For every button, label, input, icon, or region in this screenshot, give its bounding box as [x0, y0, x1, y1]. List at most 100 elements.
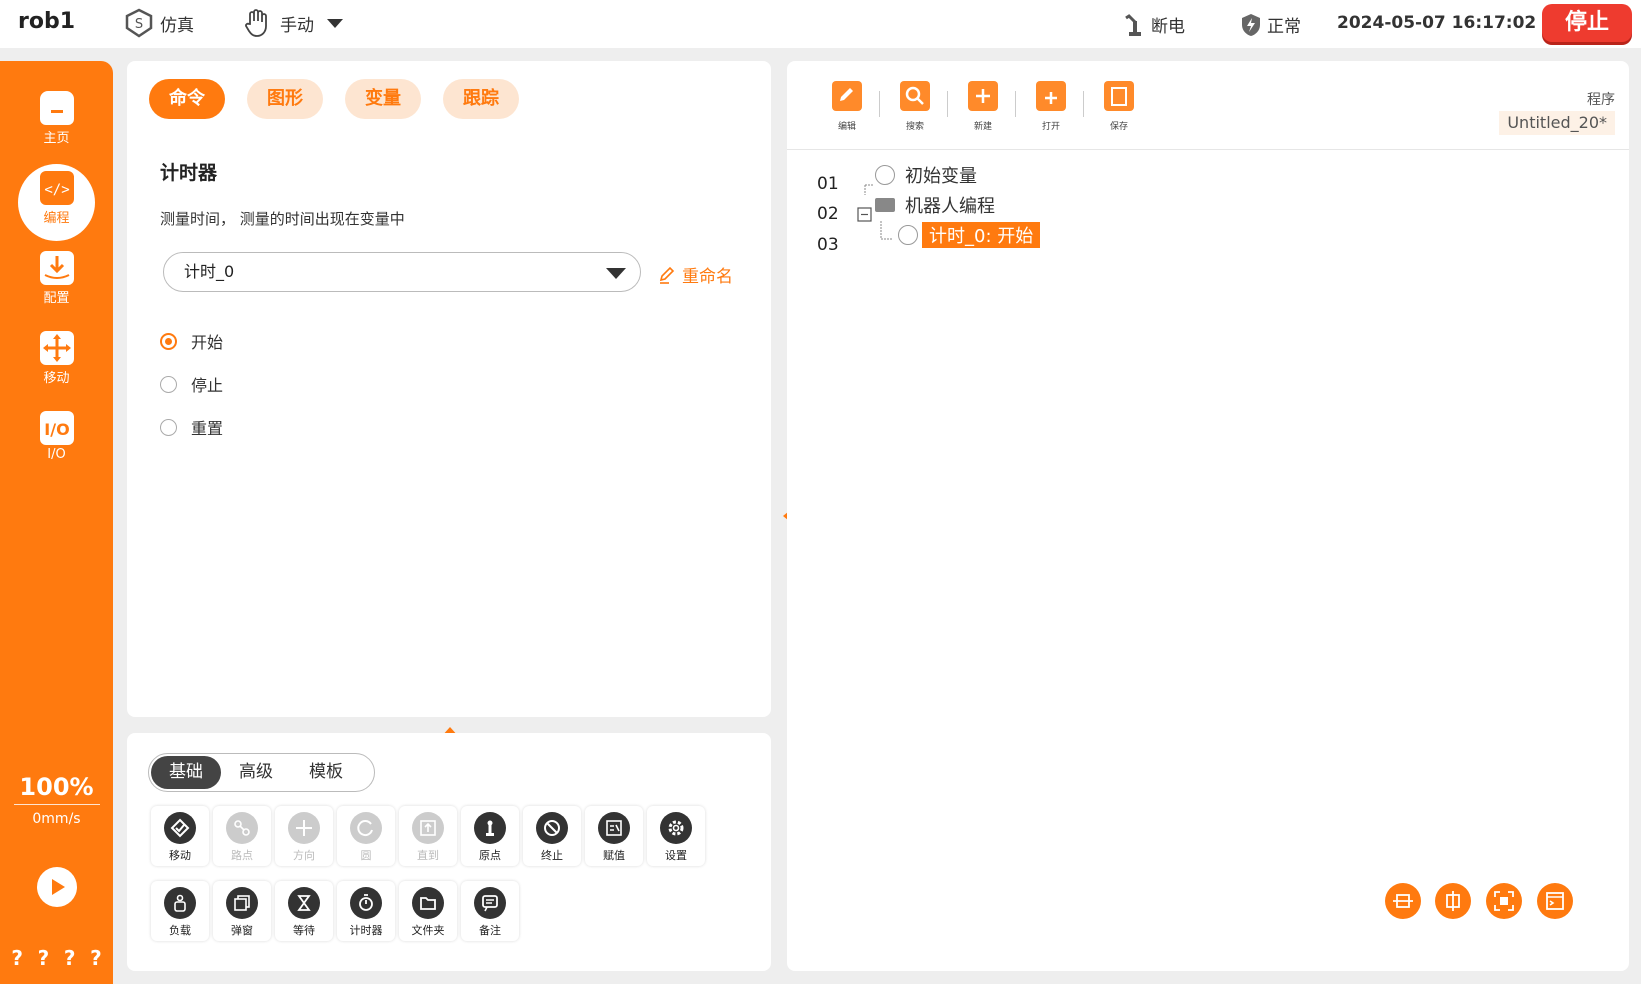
tool-direction[interactable]: 方向	[275, 806, 333, 866]
radio-start[interactable]: 开始	[160, 329, 223, 353]
mode-selector[interactable]: 手动	[242, 8, 352, 38]
tool-label: 设置	[665, 849, 687, 862]
tool-popup[interactable]: 弹窗	[213, 881, 271, 941]
tool-comment[interactable]: 备注	[461, 881, 519, 941]
sidebar-item-program[interactable]: </> 编程	[0, 171, 113, 226]
sidebar-item-config[interactable]: 配置	[0, 251, 113, 306]
top-bar: rob1 S 仿真 手动 断电 正常 2024-05-07 16:17:02 停…	[0, 0, 1641, 48]
divider	[879, 91, 880, 117]
tool-folder[interactable]: 文件夹	[399, 881, 457, 941]
payload-icon	[164, 887, 196, 919]
tool-payload[interactable]: 负载	[151, 881, 209, 941]
caret-down-icon	[606, 268, 626, 279]
radio-dot	[160, 375, 177, 393]
sidebar-item-label: 编程	[43, 211, 70, 226]
tool-label: 移动	[169, 849, 191, 862]
rename-button[interactable]: 重命名	[657, 262, 733, 287]
radio-stop[interactable]: 停止	[160, 372, 223, 396]
speed-readout[interactable]: 100% 0mm/s	[0, 773, 113, 827]
sim-toggle[interactable]: S 仿真	[124, 8, 194, 38]
line-number: 03	[817, 235, 839, 255]
seg-advanced[interactable]: 高级	[221, 756, 291, 789]
tree-node-robot-program[interactable]: 机器人编程	[875, 192, 995, 218]
toolbar-new-button[interactable]: 新建	[963, 81, 1003, 132]
tool-label: 赋值	[603, 849, 625, 862]
toolbar-open-button[interactable]: 打开	[1031, 81, 1071, 132]
move-arrows-icon	[288, 812, 320, 844]
sidebar-item-io[interactable]: I/O I/O	[0, 411, 113, 462]
tool-label: 原点	[479, 849, 501, 862]
stop-button[interactable]: 停止	[1542, 4, 1632, 42]
tool-halt[interactable]: 终止	[523, 806, 581, 866]
seg-basic[interactable]: 基础	[151, 756, 221, 789]
tool-assign[interactable]: 赋值	[585, 806, 643, 866]
tab-graphics[interactable]: 图形	[247, 79, 323, 119]
tree-node-init-vars[interactable]: 初始变量	[875, 162, 977, 188]
terminal-button[interactable]	[1537, 883, 1573, 919]
rotate-icon	[350, 812, 382, 844]
status-qmarks: ? ? ? ?	[0, 946, 113, 970]
tool-wait[interactable]: 等待	[275, 881, 333, 941]
sim-label: 仿真	[160, 15, 194, 36]
section-title: 计时器	[160, 162, 218, 184]
power-status: 断电	[1123, 12, 1185, 37]
save-icon	[1104, 81, 1134, 111]
toolbar-search-button[interactable]: 搜索	[895, 81, 935, 132]
timer-select[interactable]: 计时_0	[163, 252, 641, 292]
stopwatch-icon	[898, 225, 918, 245]
tool-move[interactable]: 移动	[151, 806, 209, 866]
seg-template[interactable]: 模板	[291, 756, 361, 789]
tool-settings[interactable]: 设置	[647, 806, 705, 866]
play-icon	[52, 879, 65, 895]
fit-view-button[interactable]	[1486, 883, 1522, 919]
toolbar-edit-button[interactable]: 编辑	[827, 81, 867, 132]
tool-until[interactable]: 直到	[399, 806, 457, 866]
divider	[13, 804, 100, 805]
assign-icon	[598, 812, 630, 844]
tool-label: 方向	[293, 849, 315, 862]
expand-vertical-button[interactable]	[1435, 883, 1471, 919]
folder-icon	[412, 887, 444, 919]
divider	[1015, 91, 1016, 117]
speed-mms: 0mm/s	[32, 811, 81, 827]
safety-status: 正常	[1241, 12, 1301, 37]
download-book-icon	[39, 251, 74, 285]
toolbar-save-button[interactable]: 保存	[1099, 81, 1139, 132]
toolbar-label: 搜索	[905, 122, 924, 132]
radio-reset[interactable]: 重置	[160, 415, 223, 439]
power-label: 断电	[1151, 17, 1185, 37]
tool-home[interactable]: 原点	[461, 806, 519, 866]
tab-command[interactable]: 命令	[149, 79, 225, 119]
tree-node-timer-start[interactable]: 计时_0: 开始	[898, 222, 1041, 248]
edit-icon	[832, 81, 862, 111]
sidebar-item-label: I/O	[47, 447, 66, 462]
tool-waypoint[interactable]: 路点	[213, 806, 271, 866]
tool-timer[interactable]: 计时器	[337, 881, 395, 941]
sidebar-item-home[interactable]: 主页	[0, 91, 113, 146]
datetime: 2024-05-07 16:17:02	[1337, 13, 1537, 33]
variable-icon	[875, 165, 895, 185]
radio-label: 重置	[191, 419, 224, 438]
hourglass-icon	[288, 887, 320, 919]
line-number: 02	[817, 204, 839, 224]
pencil-icon	[659, 266, 675, 284]
tab-trace[interactable]: 跟踪	[443, 79, 519, 119]
tab-variables[interactable]: 变量	[345, 79, 421, 119]
gear-icon	[660, 812, 692, 844]
tool-circle[interactable]: 圆	[337, 806, 395, 866]
toolbar-label: 编辑	[837, 122, 856, 132]
speed-percent: 100%	[19, 773, 94, 801]
sidebar-item-move[interactable]: 移动	[0, 331, 113, 386]
chevron-down-icon	[327, 19, 343, 28]
io-icon: I/O	[39, 411, 74, 445]
expand-horizontal-button[interactable]	[1385, 883, 1421, 919]
program-name: Untitled_20*	[1499, 111, 1615, 135]
svg-text:</>: </>	[44, 182, 69, 198]
play-button[interactable]	[37, 867, 77, 907]
robot-arm-icon	[1125, 13, 1141, 36]
radio-label: 开始	[191, 333, 224, 352]
mode-label: 手动	[280, 15, 314, 36]
sim-shield-icon: S	[125, 8, 153, 38]
timer-select-value: 计时_0	[184, 262, 235, 281]
node-label: 初始变量	[905, 166, 977, 187]
